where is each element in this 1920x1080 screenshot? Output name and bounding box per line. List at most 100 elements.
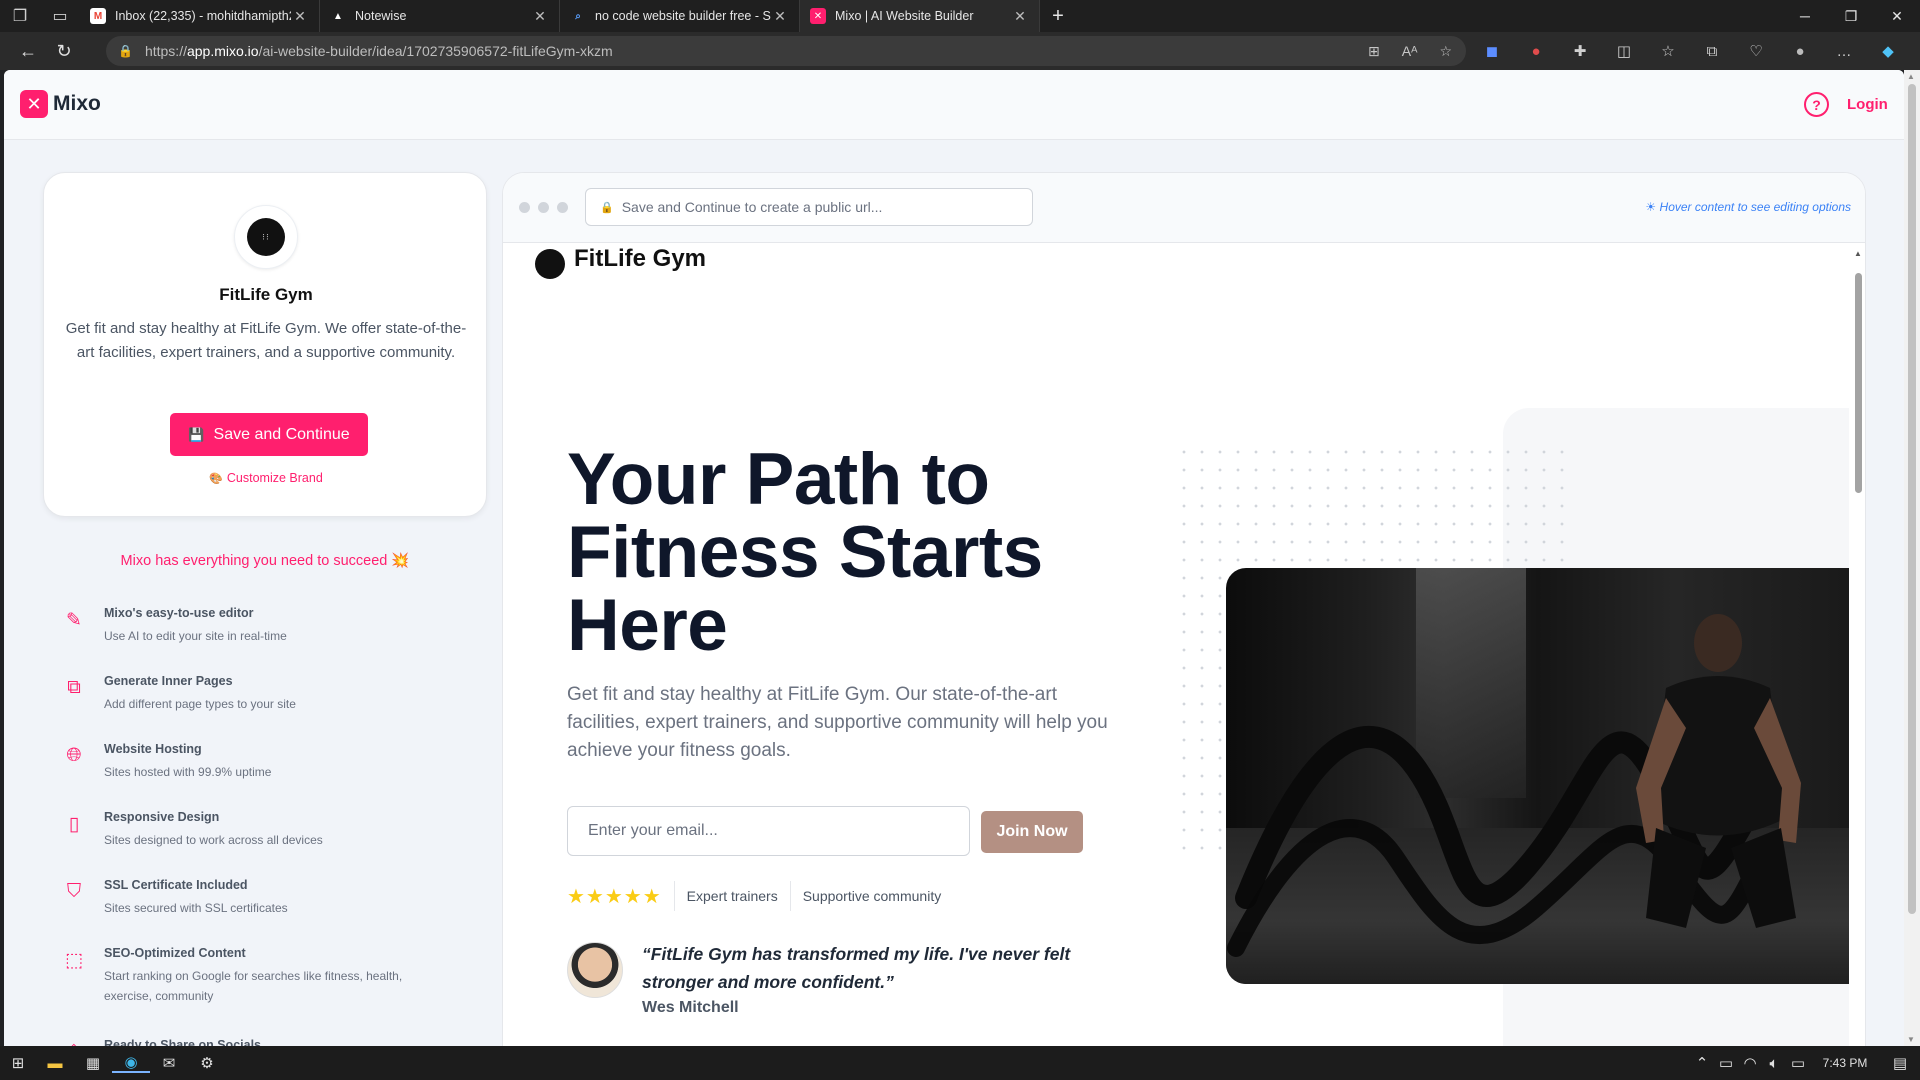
collections-icon[interactable]: ⧉ [1700, 43, 1724, 60]
edge-browser-icon[interactable]: ◉ [112, 1053, 150, 1073]
browser-toolbar: ← ↻ 🔒 https://app.mixo.io/ai-website-bui… [0, 32, 1920, 70]
more-menu-icon[interactable]: … [1832, 43, 1856, 60]
windows-start-icon[interactable]: ⊞ [0, 1054, 36, 1072]
close-tab-icon[interactable]: ✕ [531, 8, 549, 25]
extensions-puzzle-icon[interactable]: ✚ [1568, 42, 1592, 60]
calculator-icon[interactable]: ▦ [74, 1054, 112, 1072]
system-clock[interactable]: 7:43 PM [1810, 1056, 1880, 1070]
search-icon: ⌕ [575, 10, 581, 22]
refresh-icon[interactable]: ↻ [46, 32, 82, 70]
pages-icon: ⧉ [67, 677, 81, 698]
hero-image[interactable] [1226, 568, 1849, 984]
site-logo[interactable]: FitLife Gym [535, 243, 707, 279]
app-available-icon[interactable]: ⊞ [1368, 43, 1380, 60]
tab-title: no code website builder free - Se [595, 9, 771, 23]
heart-health-icon[interactable]: ♡ [1744, 42, 1768, 60]
close-tab-icon[interactable]: ✕ [291, 8, 309, 25]
feature-description: Add different page types to your site [104, 697, 296, 711]
new-tab-button[interactable]: + [1040, 0, 1076, 32]
extension-record-icon[interactable]: ● [1524, 43, 1548, 60]
favorite-star-icon[interactable]: ☆ [1439, 43, 1452, 60]
site-logo-icon [535, 249, 565, 279]
preview-scroll-thumb[interactable] [1855, 273, 1862, 493]
page-viewport: ✕ Mixo ? Login ⁝⁝ FitLife Gym Get fit an… [4, 70, 1904, 1046]
hero-subtitle[interactable]: Get fit and stay healthy at FitLife Gym.… [567, 681, 1127, 765]
window-controls: ─ ❐ ✕ [1782, 0, 1920, 32]
save-button-label: Save and Continue [213, 425, 350, 443]
close-window-icon[interactable]: ✕ [1874, 0, 1920, 32]
read-aloud-icon[interactable]: Aᴬ [1402, 43, 1418, 60]
network-icon[interactable]: ▭ [1786, 1054, 1810, 1072]
shield-icon: ⛉ [66, 881, 82, 902]
hero-title[interactable]: Your Path to Fitness Starts Here [567, 443, 1127, 662]
brand-avatar: ⁝⁝ [234, 205, 298, 269]
browser-tab-mixo[interactable]: ✕ Mixo | AI Website Builder ✕ [800, 0, 1040, 32]
device-icon: ▯ [68, 813, 80, 835]
brand-name: FitLife Gym [219, 285, 313, 304]
settings-icon[interactable]: ⚙ [188, 1054, 226, 1072]
feature-description: Sites designed to work across all device… [104, 833, 323, 847]
mail-icon[interactable]: ✉ [150, 1054, 188, 1072]
scroll-up-icon[interactable]: ▲ [1854, 249, 1862, 258]
pencil-icon: ✎ [66, 609, 82, 631]
cursor-icon: ⬚ [65, 949, 83, 971]
mixo-icon: ✕ [810, 8, 826, 24]
preview-scrollbar[interactable]: ▲ [1849, 243, 1865, 1046]
feature-title: Ready to Share on Socials [104, 1038, 261, 1046]
close-tab-icon[interactable]: ✕ [771, 8, 789, 25]
preview-url-field[interactable]: 🔒 Save and Continue to create a public u… [585, 188, 1033, 226]
workspaces-icon[interactable]: ❐ [0, 0, 40, 32]
preview-url-placeholder: Save and Continue to create a public url… [621, 199, 883, 215]
file-explorer-icon[interactable]: ▬ [36, 1055, 74, 1072]
save-and-continue-button[interactable]: 💾 Save and Continue [170, 413, 368, 456]
volume-icon[interactable]: 🔈︎ [1762, 1055, 1786, 1072]
tab-actions-icon[interactable]: ▭ [40, 0, 80, 32]
window-dots [519, 202, 568, 213]
extension-bitwarden-icon[interactable]: ◼ [1480, 42, 1504, 60]
battle-ropes-athlete-illustration [1227, 614, 1801, 957]
page-scrollbar[interactable]: ▲ ▼ [1904, 70, 1920, 1046]
customize-brand-link[interactable]: 🎨 Customize Brand [44, 471, 488, 485]
copilot-icon[interactable]: ◆ [1876, 42, 1900, 60]
minimize-icon[interactable]: ─ [1782, 0, 1828, 32]
site-name: FitLife Gym [574, 245, 707, 272]
profile-avatar[interactable]: ● [1788, 43, 1812, 60]
restore-icon[interactable]: ❐ [1828, 0, 1874, 32]
lock-icon: 🔒 [118, 44, 133, 58]
logo-text: Mixo [53, 92, 101, 115]
battery-icon[interactable]: ▭ [1714, 1054, 1738, 1072]
scroll-down-icon[interactable]: ▼ [1907, 1035, 1915, 1044]
windows-taskbar: ⊞ ▬ ▦ ◉ ✉ ⚙ ⌃ ▭ ◠ 🔈︎ ▭ 7:43 PM ▤ [0, 1046, 1920, 1080]
feature-title: SEO-Optimized Content [104, 946, 246, 960]
top-navigation: ✕ Mixo ? Login [4, 70, 1904, 140]
email-input[interactable]: Enter your email... [567, 806, 970, 856]
wifi-icon[interactable]: ◠ [1738, 1054, 1762, 1072]
feature-description: Sites secured with SSL certificates [104, 901, 288, 915]
lightbulb-icon: ☀ [1645, 200, 1657, 214]
tray-chevron-icon[interactable]: ⌃ [1690, 1054, 1714, 1072]
login-link[interactable]: Login [1847, 96, 1888, 113]
brand-description: Get fit and stay healthy at FitLife Gym.… [65, 320, 467, 361]
browser-tab-notewise[interactable]: ▲ Notewise ✕ [320, 0, 560, 32]
browser-tab-gmail[interactable]: M Inbox (22,335) - mohitdhamipth2 ✕ [80, 0, 320, 32]
join-now-button[interactable]: Join Now [981, 811, 1083, 853]
help-icon[interactable]: ? [1804, 92, 1829, 117]
close-tab-icon[interactable]: ✕ [1011, 8, 1029, 25]
testimonial-author: Wes Mitchell [642, 999, 739, 1016]
trust-badges: ★★★★★ Expert trainers Supportive communi… [567, 881, 941, 911]
split-screen-icon[interactable]: ◫ [1612, 42, 1636, 60]
back-arrow-icon[interactable]: ← [10, 32, 46, 70]
favorites-icon[interactable]: ☆ [1656, 42, 1680, 60]
page-scroll-thumb[interactable] [1908, 84, 1916, 914]
website-preview-frame: 🔒 Save and Continue to create a public u… [502, 172, 1866, 1046]
testimonial-quote: “FitLife Gym has transformed my life. I'… [642, 944, 1071, 992]
mixo-logo[interactable]: ✕ Mixo [20, 90, 101, 118]
lock-icon: 🔒 [600, 201, 614, 214]
notification-icon[interactable]: ▤ [1880, 1054, 1920, 1072]
url-prefix: https:// [144, 43, 187, 59]
brand-card: ⁝⁝ FitLife Gym Get fit and stay healthy … [43, 172, 487, 517]
palette-icon: 🎨 [209, 473, 223, 485]
address-bar[interactable]: 🔒 https://app.mixo.io/ai-website-builder… [106, 36, 1466, 66]
scroll-up-icon[interactable]: ▲ [1907, 72, 1915, 81]
browser-tab-search[interactable]: ⌕ no code website builder free - Se ✕ [560, 0, 800, 32]
